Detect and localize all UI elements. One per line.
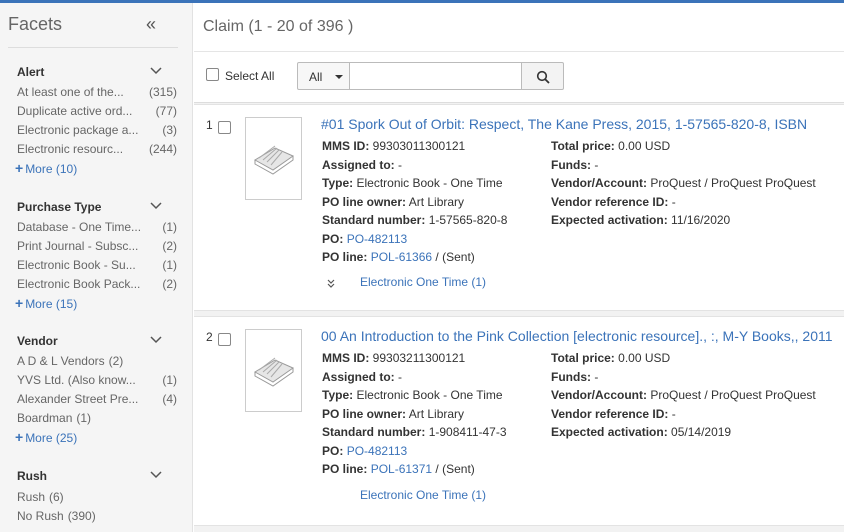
- expected-activation: Expected activation: 11/16/2020: [551, 213, 731, 227]
- assigned-to: Assigned to: -: [322, 158, 403, 172]
- funds: Funds: -: [551, 370, 599, 384]
- type: Type: Electronic Book - One Time: [322, 176, 503, 190]
- facet-group-title: Alert: [17, 65, 45, 79]
- po-line-owner: PO line owner: Art Library: [322, 195, 465, 209]
- search-icon: [536, 70, 550, 84]
- po-line: PO line: POL-61366 / (Sent): [322, 250, 475, 264]
- portfolio-link[interactable]: Electronic One Time (1): [360, 275, 486, 289]
- search-button[interactable]: [521, 62, 564, 90]
- po: PO: PO-482113: [322, 444, 408, 458]
- total-price: Total price: 0.00 USD: [551, 139, 671, 153]
- row-checkbox[interactable]: [218, 121, 231, 134]
- facet-item[interactable]: A D & L Vendors (2): [17, 354, 177, 368]
- vendor-account: Vendor/Account: ProQuest / ProQuest ProQ…: [551, 388, 816, 402]
- mms-id: MMS ID: 99303211300121: [322, 351, 466, 365]
- facet-item[interactable]: Print Journal - Subsc... (2): [17, 239, 177, 253]
- standard-number: Standard number: 1-908411-47-3: [322, 425, 507, 439]
- facet-item[interactable]: Electronic Book Pack... (2): [17, 277, 177, 291]
- facet-group-title: Rush: [17, 469, 47, 483]
- po-link[interactable]: PO-482113: [347, 232, 408, 246]
- chevron-down-icon[interactable]: [149, 64, 163, 78]
- main-content: Claim (1 - 20 of 396 ) Select All All 1 …: [194, 3, 844, 532]
- facet-item[interactable]: Rush (6): [17, 490, 177, 504]
- plus-icon: +: [15, 160, 24, 176]
- expected-activation: Expected activation: 05/14/2019: [551, 425, 732, 439]
- vendor-reference-id: Vendor reference ID: -: [551, 407, 676, 421]
- type: Type: Electronic Book - One Time: [322, 388, 503, 402]
- vendor-reference-id: Vendor reference ID: -: [551, 195, 676, 209]
- result-title-link[interactable]: #01 Spork Out of Orbit: Respect, The Kan…: [321, 116, 807, 132]
- page-title: Claim (1 - 20 of 396 ): [203, 18, 354, 35]
- funds: Funds: -: [551, 158, 599, 172]
- chevron-down-icon[interactable]: [149, 333, 163, 347]
- vendor-account: Vendor/Account: ProQuest / ProQuest ProQ…: [551, 176, 816, 190]
- results-toolbar: Select All All: [194, 52, 844, 103]
- assigned-to: Assigned to: -: [322, 370, 403, 384]
- facet-item[interactable]: Alexander Street Pre... (4): [17, 392, 177, 406]
- portfolio-link[interactable]: Electronic One Time (1): [360, 488, 486, 502]
- search-scope-select[interactable]: All: [297, 62, 350, 90]
- row-checkbox[interactable]: [218, 333, 231, 346]
- thumbnail[interactable]: [245, 329, 302, 412]
- chevron-down-icon[interactable]: [149, 199, 163, 213]
- search-scope-value: All: [309, 70, 323, 84]
- thumbnail[interactable]: [245, 117, 302, 200]
- po-line-owner: PO line owner: Art Library: [322, 407, 465, 421]
- row-number: 1: [206, 118, 213, 132]
- facet-item[interactable]: Duplicate active ord... (77): [17, 104, 177, 118]
- results-header: Claim (1 - 20 of 396 ): [194, 3, 844, 52]
- facet-item[interactable]: Electronic resourc... (244): [17, 142, 177, 156]
- row-number: 2: [206, 330, 213, 344]
- book-placeholder-icon: [254, 357, 295, 387]
- plus-icon: +: [15, 295, 24, 311]
- facet-item[interactable]: At least one of the... (315): [17, 85, 177, 99]
- double-chevron-left-icon[interactable]: «: [146, 14, 156, 35]
- facet-item[interactable]: Electronic Book - Su... (1): [17, 258, 177, 272]
- result-card: 1 #01 Spork Out of Orbit: Respect, The K…: [194, 104, 844, 311]
- select-all-label[interactable]: Select All: [225, 69, 274, 83]
- chevron-down-icon[interactable]: [149, 468, 163, 482]
- standard-number: Standard number: 1-57565-820-8: [322, 213, 508, 227]
- po-line-link[interactable]: POL-61371: [371, 462, 432, 476]
- facet-item[interactable]: Boardman (1): [17, 411, 177, 425]
- caret-down-icon: [335, 75, 343, 79]
- more-link[interactable]: + More (25): [15, 429, 77, 445]
- facet-item[interactable]: Electronic package a... (3): [17, 123, 177, 137]
- more-link[interactable]: + More (15): [15, 295, 77, 311]
- po: PO: PO-482113: [322, 232, 408, 246]
- facets-sidebar: Facets « Alert At least one of the... (31…: [0, 3, 193, 532]
- select-all-checkbox[interactable]: [206, 68, 219, 81]
- facet-item[interactable]: Database - One Time... (1): [17, 220, 177, 234]
- po-line: PO line: POL-61371 / (Sent): [322, 462, 475, 476]
- facet-group-title: Purchase Type: [17, 200, 102, 214]
- search-input[interactable]: [349, 62, 522, 90]
- result-card: 2 00 An Introduction to the Pink Collect…: [194, 316, 844, 526]
- po-link[interactable]: PO-482113: [347, 444, 408, 458]
- book-placeholder-icon: [254, 145, 295, 175]
- more-link[interactable]: + More (10): [15, 160, 77, 176]
- po-line-link[interactable]: POL-61366: [371, 250, 432, 264]
- mms-id: MMS ID: 99303011300121: [322, 139, 466, 153]
- facets-title: Facets: [8, 14, 63, 34]
- plus-icon: +: [15, 429, 24, 445]
- facet-item[interactable]: No Rush (390): [17, 509, 177, 523]
- facet-item[interactable]: YVS Ltd. (Also know... (1): [17, 373, 177, 387]
- result-title-link[interactable]: 00 An Introduction to the Pink Collectio…: [321, 328, 833, 344]
- facet-group-title: Vendor: [17, 334, 58, 348]
- double-chevron-down-icon[interactable]: [325, 278, 337, 290]
- total-price: Total price: 0.00 USD: [551, 351, 671, 365]
